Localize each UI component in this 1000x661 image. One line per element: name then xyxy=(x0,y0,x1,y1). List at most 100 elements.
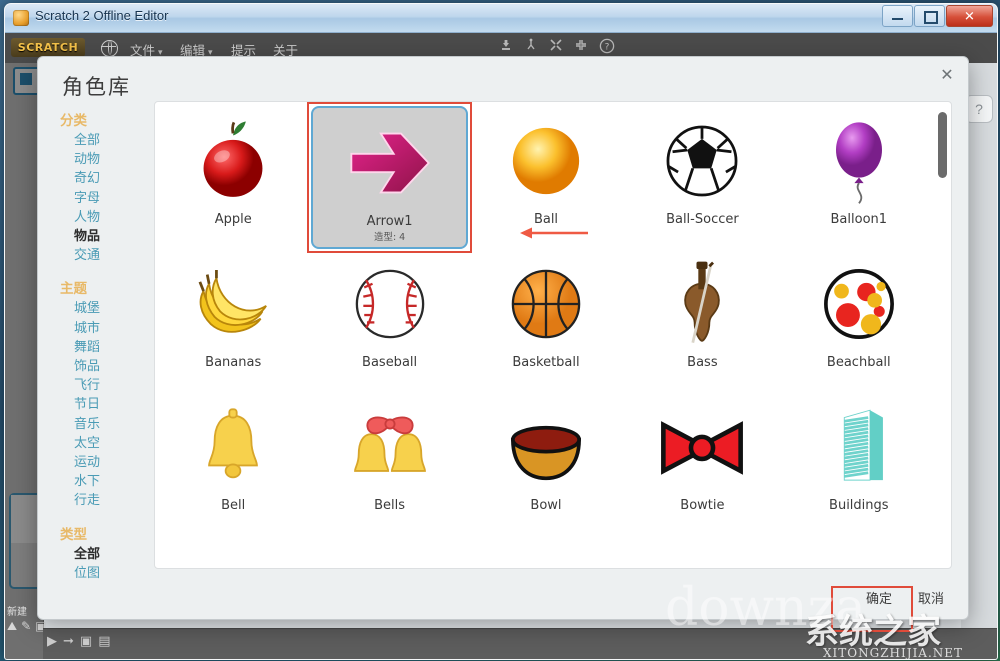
sidebar-item-1-5[interactable]: 节日 xyxy=(74,395,142,414)
sprite-cell[interactable]: Beachball xyxy=(781,249,937,392)
new-sprite-icons: ⛰ ✎ ▣ xyxy=(7,619,47,634)
desktop-background: Scratch 2 Offline Editor ✕ SCRATCH 文件 ▾ 编… xyxy=(0,0,1000,661)
beachball-icon xyxy=(807,255,911,353)
close-window-button[interactable]: ✕ xyxy=(946,5,993,27)
globe-icon[interactable] xyxy=(100,39,118,57)
sidebar-item-1-3[interactable]: 饰品 xyxy=(74,357,142,376)
close-icon: ✕ xyxy=(964,8,975,24)
sidebar-section-title: 类型 xyxy=(60,526,87,543)
bells-icon xyxy=(338,398,442,496)
category-sidebar: 分类 全部 动物 奇幻 字母 人物 物品 交通 主题 城堡 城市 舞蹈 饰品 飞行 节日 音乐 太空 运动 水下 行走… xyxy=(46,109,142,579)
sprite-name: Buildings xyxy=(829,498,889,513)
help-badge[interactable]: ? xyxy=(965,95,993,123)
sprite-cell[interactable]: Baseball xyxy=(311,249,467,392)
sprite-cell[interactable]: Bananas xyxy=(155,249,311,392)
sidebar-item-1-9[interactable]: 水下 xyxy=(74,472,142,491)
sprite-cell[interactable]: Buildings xyxy=(781,392,937,535)
sprite-cell[interactable] xyxy=(311,535,467,568)
sprite-name: Arrow1 xyxy=(366,214,413,229)
sidebar-item-0-1[interactable]: 动物 xyxy=(74,150,142,169)
sprite-cell[interactable] xyxy=(781,535,937,568)
sprite-cell[interactable] xyxy=(624,535,780,568)
brush-icon[interactable]: ✎ xyxy=(21,619,31,634)
svg-text:?: ? xyxy=(605,42,610,52)
basketball-icon xyxy=(494,255,598,353)
sprite-cell[interactable]: Bells xyxy=(311,392,467,535)
sidebar-item-0-0[interactable]: 全部 xyxy=(74,131,142,150)
scissors-icon[interactable] xyxy=(521,38,541,58)
shrink-icon[interactable] xyxy=(571,38,591,58)
sidebar-item-1-7[interactable]: 太空 xyxy=(74,434,142,453)
apple-icon xyxy=(181,112,285,210)
gray-button-icon xyxy=(494,541,598,568)
scrollbar-thumb[interactable] xyxy=(938,112,947,178)
sprite-cell[interactable]: Balloon1 xyxy=(781,106,937,249)
image-icon[interactable]: ▣ xyxy=(80,633,92,649)
ball-icon xyxy=(494,112,598,210)
sprite-cell[interactable]: Basketball xyxy=(468,249,624,392)
new-sprite-label: 新建 xyxy=(7,607,27,618)
minimize-button[interactable] xyxy=(882,5,913,27)
dialog-title: 角色库 xyxy=(62,75,131,99)
stamp-icon[interactable] xyxy=(496,38,516,58)
gray-button2-icon xyxy=(807,541,911,568)
baseball-icon xyxy=(338,255,442,353)
sprite-cell[interactable]: Ball-Soccer xyxy=(624,106,780,249)
sprite-cell[interactable]: Bowtie xyxy=(624,392,780,535)
sprite-cell[interactable]: Apple xyxy=(155,106,311,249)
sprite-name: Apple xyxy=(214,212,252,227)
sidebar-item-0-6[interactable]: 交通 xyxy=(74,246,142,265)
scrollbar-track[interactable] xyxy=(938,106,949,564)
camera-icon[interactable]: ▤ xyxy=(98,633,110,649)
picture-icon[interactable]: ⛰ xyxy=(7,619,17,634)
sidebar-item-1-4[interactable]: 飞行 xyxy=(74,376,142,395)
balloon-icon xyxy=(807,112,911,210)
sprite-name: Ball xyxy=(533,212,559,227)
app-icon xyxy=(13,10,29,26)
bass-icon xyxy=(650,255,754,353)
sidebar-item-0-4[interactable]: 人物 xyxy=(74,208,142,227)
sprite-costume-count: 造型: 4 xyxy=(373,232,406,243)
sprite-name: Bells xyxy=(374,498,406,513)
ok-button[interactable]: 确定 xyxy=(860,586,898,609)
sprite-cell[interactable]: Ball xyxy=(468,106,624,249)
sprite-cell[interactable] xyxy=(468,535,624,568)
sidebar-item-0-3[interactable]: 字母 xyxy=(74,189,142,208)
sidebar-item-1-1[interactable]: 城市 xyxy=(74,319,142,338)
play-icon[interactable]: ▶ xyxy=(47,633,57,649)
window-title-bar: Scratch 2 Offline Editor ✕ xyxy=(5,4,997,33)
sidebar-item-2-0[interactable]: 全部 xyxy=(74,545,142,564)
sprite-cell[interactable]: Arrow1 造型: 4 xyxy=(307,102,472,253)
sidebar-item-1-6[interactable]: 音乐 xyxy=(74,415,142,434)
sprite-cell[interactable]: Bell xyxy=(155,392,311,535)
buildings-icon xyxy=(807,398,911,496)
sprite-cell[interactable]: Bass xyxy=(624,249,780,392)
sidebar-item-2-1[interactable]: 位图 xyxy=(74,564,142,579)
sidebar-item-1-10[interactable]: 行走 xyxy=(74,491,142,510)
sidebar-section-title: 主题 xyxy=(60,281,87,298)
arrow-icon[interactable]: ➞ xyxy=(63,633,74,649)
close-icon[interactable]: ✕ xyxy=(936,65,958,87)
help-icon[interactable]: ? xyxy=(597,38,617,58)
bowl-icon xyxy=(494,398,598,496)
sprite-name: Bananas xyxy=(205,355,262,370)
green-bar-icon xyxy=(650,541,754,568)
sidebar-item-0-2[interactable]: 奇幻 xyxy=(74,169,142,188)
sprite-cell[interactable] xyxy=(155,535,311,568)
sidebar-item-0-5[interactable]: 物品 xyxy=(74,227,142,246)
maximize-button[interactable] xyxy=(914,5,945,27)
green-dome-icon xyxy=(181,541,285,568)
sprite-name: Bass xyxy=(687,355,718,370)
window-title: Scratch 2 Offline Editor xyxy=(35,8,169,23)
bowtie-icon xyxy=(650,398,754,496)
sprite-cell[interactable]: Bowl xyxy=(468,392,624,535)
sprite-name: Ball-Soccer xyxy=(666,212,739,227)
arrow-right-icon xyxy=(338,114,442,212)
sidebar-item-1-0[interactable]: 城堡 xyxy=(74,299,142,318)
cancel-button[interactable]: 取消 xyxy=(912,586,950,609)
sidebar-item-1-8[interactable]: 运动 xyxy=(74,453,142,472)
sidebar-item-1-2[interactable]: 舞蹈 xyxy=(74,338,142,357)
grow-icon[interactable] xyxy=(546,38,566,58)
